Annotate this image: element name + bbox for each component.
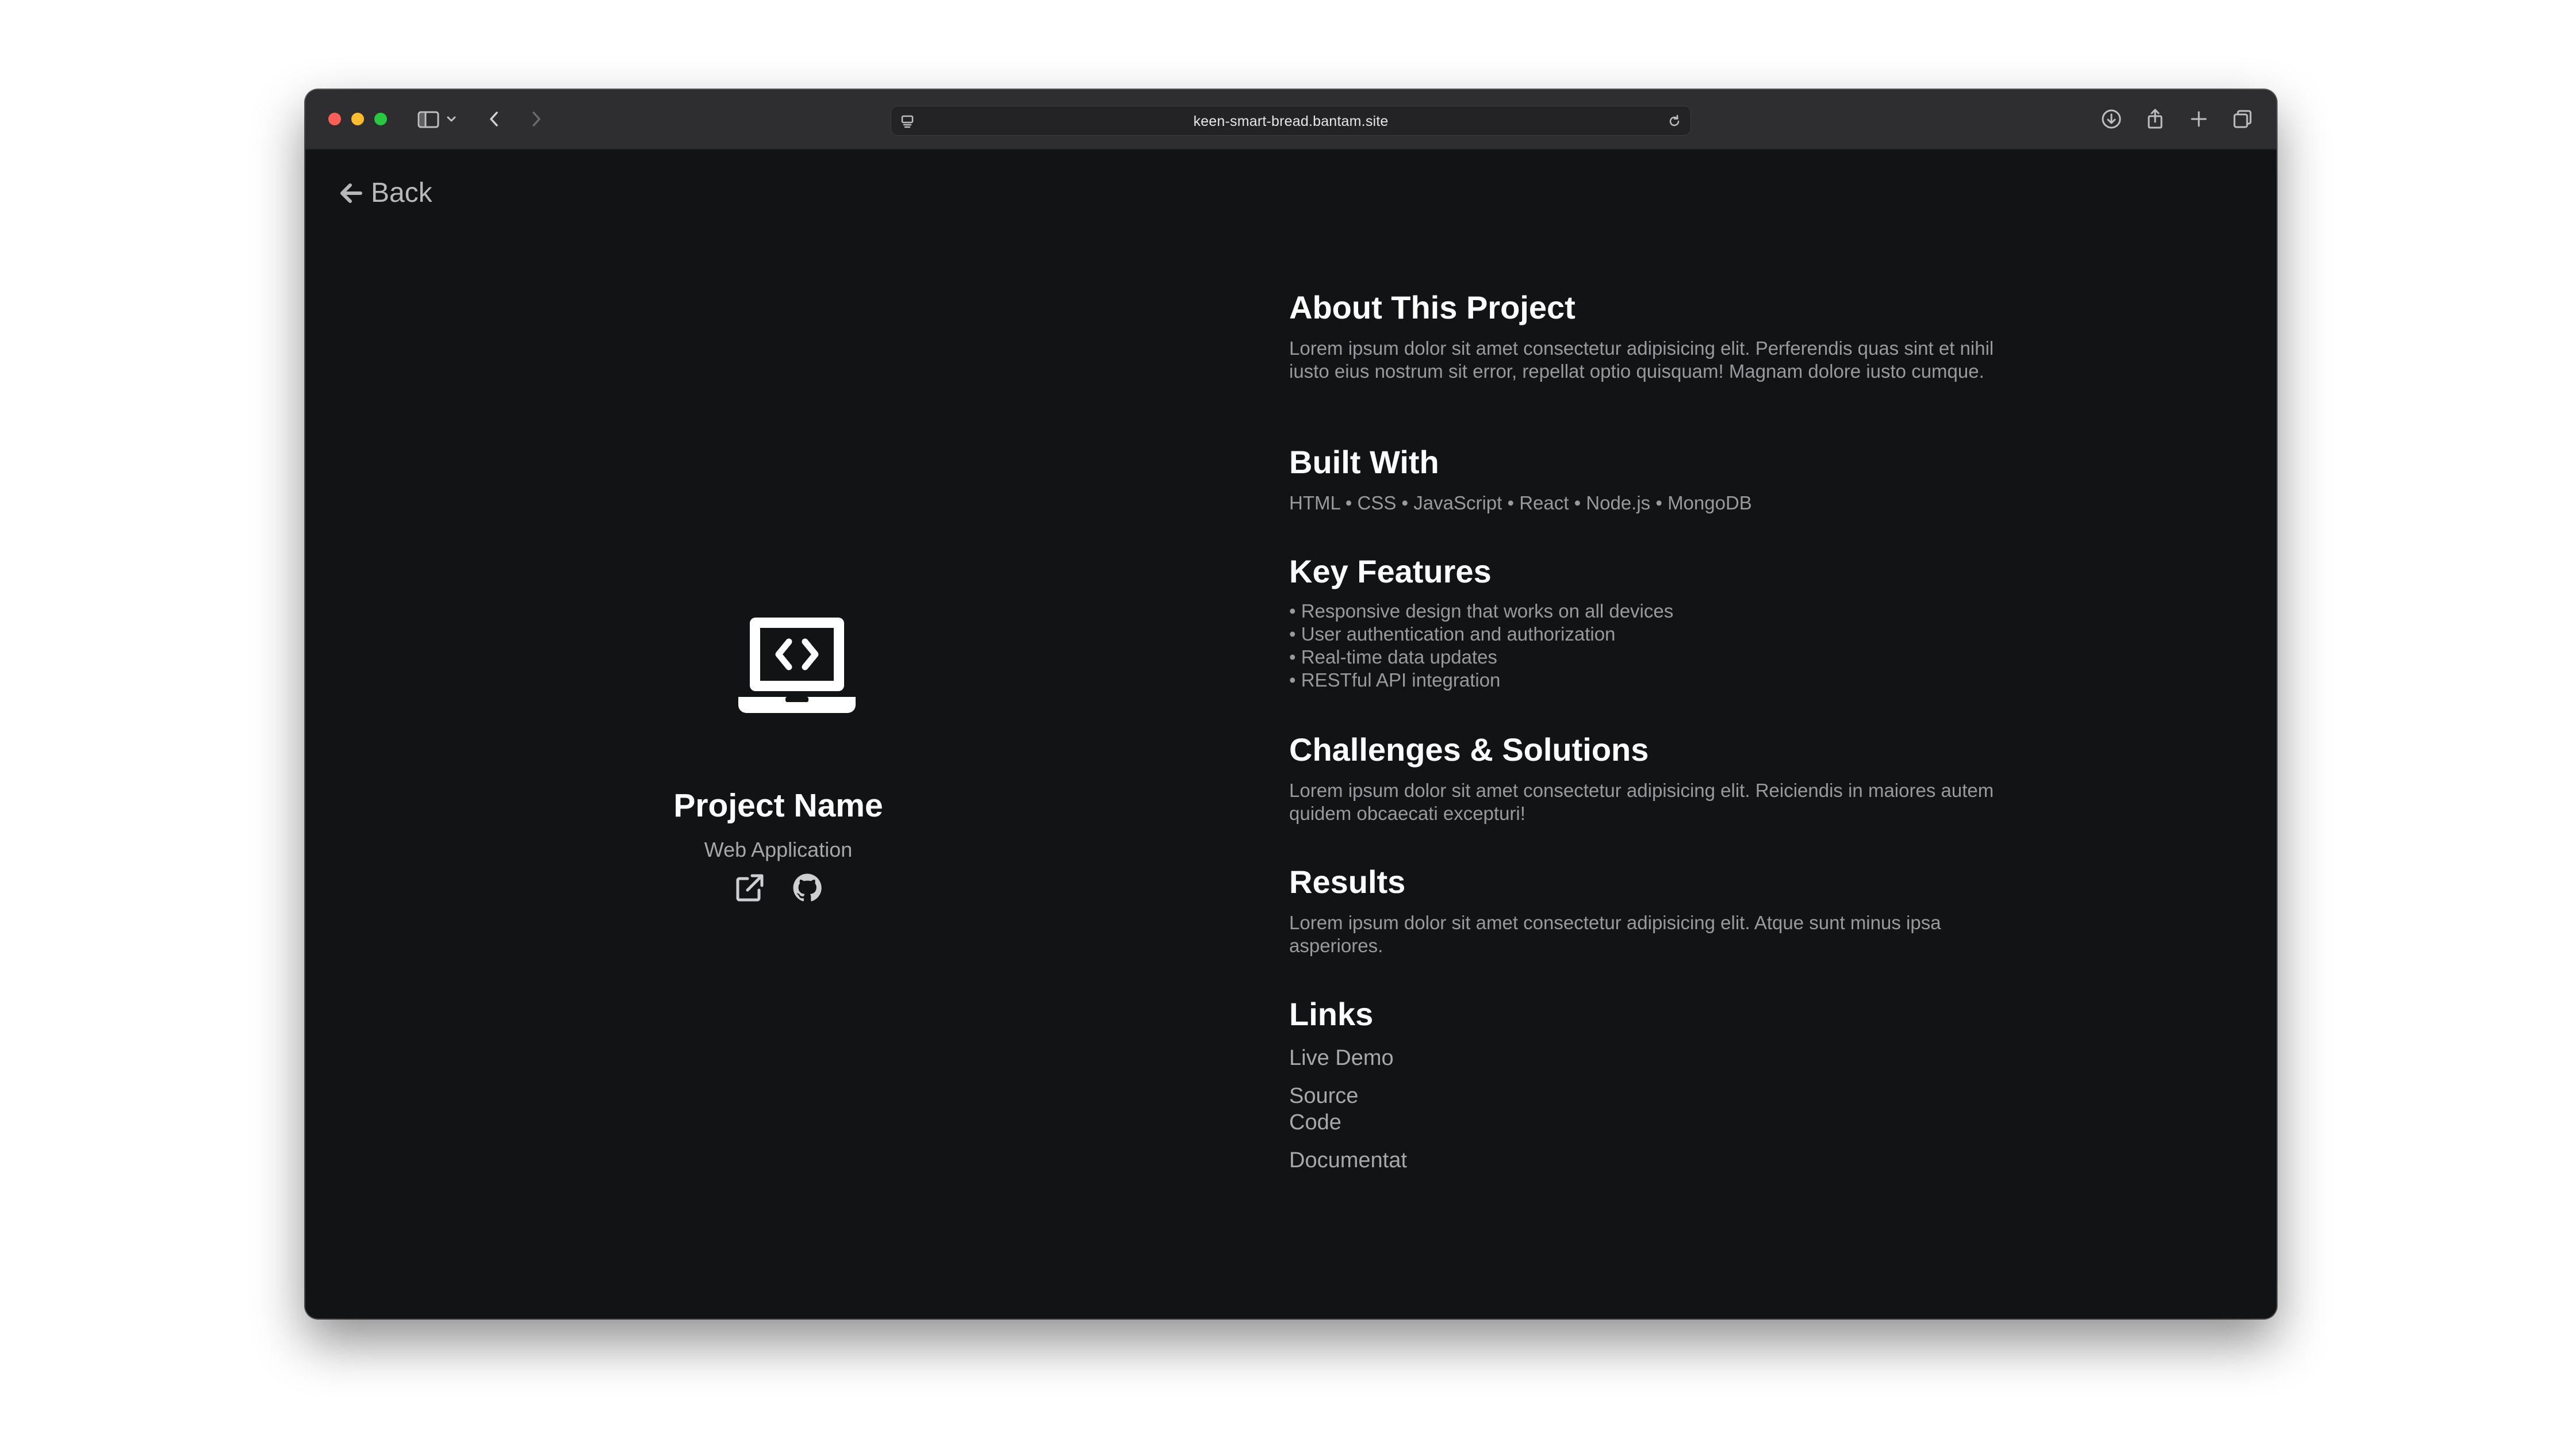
zoom-window-button[interactable] [374, 113, 387, 125]
built-with-heading: Built With [1289, 444, 1439, 480]
sidebar-toggle-icon[interactable] [417, 107, 440, 131]
browser-toolbar: keen-smart-bread.bantam.site [305, 90, 2276, 150]
documentation-link[interactable]: Documentat [1289, 1147, 1416, 1174]
share-icon[interactable] [2143, 107, 2167, 131]
built-with-section: Built With HTML • CSS • JavaScript • Rea… [1289, 444, 2002, 515]
feature-item: • Responsive design that works on all de… [1289, 600, 1674, 622]
feature-item: • Real-time data updates [1289, 646, 1497, 668]
about-text: Lorem ipsum dolor sit amet consectetur a… [1289, 337, 1994, 382]
chevron-down-icon[interactable] [445, 107, 458, 131]
live-demo-link[interactable]: Live Demo [1289, 1045, 1416, 1071]
browser-window: keen-smart-bread.bantam.site Back Projec… [305, 90, 2276, 1318]
project-summary: Project Name Web Application [305, 150, 1251, 1318]
results-text: Lorem ipsum dolor sit amet consectetur a… [1289, 911, 1941, 956]
forward-arrow-icon[interactable] [527, 107, 545, 131]
source-code-link[interactable]: Source Code [1289, 1083, 1416, 1136]
challenges-section: Challenges & Solutions Lorem ipsum dolor… [1289, 732, 2002, 825]
tab-overview-icon[interactable] [2230, 107, 2255, 131]
about-section: About This Project Lorem ipsum dolor sit… [1289, 290, 2002, 383]
reload-icon[interactable] [1666, 113, 1682, 132]
built-with-text: HTML • CSS • JavaScript • React • Node.j… [1289, 492, 1752, 513]
links-heading: Links [1289, 996, 1374, 1032]
about-heading: About This Project [1289, 289, 1575, 325]
github-icon[interactable] [791, 872, 823, 907]
laptop-code-icon [738, 618, 856, 717]
external-link-icon[interactable] [734, 872, 766, 907]
project-type: Web Application [704, 838, 853, 861]
minimize-window-button[interactable] [351, 113, 364, 125]
feature-item: • User authentication and authorization [1289, 623, 1616, 645]
feature-item: • RESTful API integration [1289, 669, 1501, 691]
features-section: Key Features • Responsive design that wo… [1289, 554, 2002, 692]
features-heading: Key Features [1289, 553, 1492, 589]
url-text[interactable]: keen-smart-bread.bantam.site [891, 106, 1690, 136]
close-window-button[interactable] [328, 113, 341, 125]
results-section: Results Lorem ipsum dolor sit amet conse… [1289, 864, 2002, 957]
download-icon[interactable] [2099, 107, 2123, 131]
links-section: Links Live Demo Source Code Documentat [1289, 996, 2002, 1174]
page-content: Back Project Name Web Application About … [305, 150, 2276, 1318]
challenges-text: Lorem ipsum dolor sit amet consectetur a… [1289, 779, 1994, 824]
new-tab-icon[interactable] [2187, 107, 2211, 131]
results-heading: Results [1289, 864, 1406, 900]
address-bar[interactable]: keen-smart-bread.bantam.site [891, 106, 1691, 136]
project-name: Project Name [673, 787, 883, 824]
challenges-heading: Challenges & Solutions [1289, 731, 1649, 768]
back-arrow-icon[interactable] [486, 107, 503, 131]
project-links [305, 872, 1251, 907]
